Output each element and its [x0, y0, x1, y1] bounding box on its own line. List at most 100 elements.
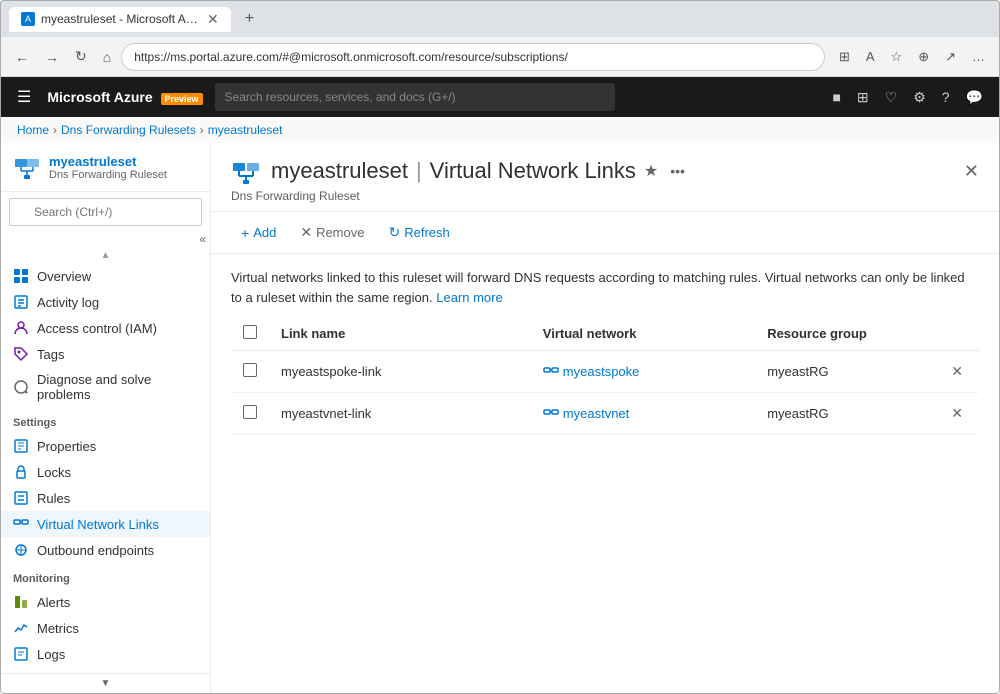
sidebar-search-container [1, 192, 210, 232]
sidebar-item-diagnose[interactable]: Diagnose and solve problems [1, 367, 210, 407]
preview-badge: Preview [161, 93, 203, 105]
rules-icon [13, 490, 29, 506]
breadcrumb: Home › Dns Forwarding Rulesets › myeastr… [1, 117, 999, 143]
iam-icon [13, 320, 29, 336]
metrics-icon [13, 620, 29, 636]
virtual-network-links-icon [13, 516, 29, 532]
cloud-shell-icon[interactable]: ■ [828, 85, 844, 110]
address-bar[interactable] [121, 43, 825, 71]
scroll-down-indicator: ▼ [101, 678, 111, 689]
resource-title: myeastruleset [271, 158, 408, 184]
portal-menu-icon[interactable]: ⊞ [853, 85, 873, 110]
sidebar-search-input[interactable] [9, 198, 202, 226]
sidebar-item-tags[interactable]: Tags [1, 341, 210, 367]
sidebar-item-label: Logs [37, 647, 65, 662]
notifications-icon[interactable]: ♡ [881, 85, 902, 110]
table-row: myeastvnet-link [231, 393, 979, 435]
resource-icon [13, 153, 41, 181]
feedback-icon[interactable]: 💬 [962, 85, 987, 110]
delete-row-button-1[interactable]: ✕ [947, 403, 967, 424]
more-options-button[interactable]: ••• [666, 161, 689, 181]
new-tab-button[interactable]: + [239, 8, 260, 30]
overview-icon [13, 268, 29, 284]
sidebar-item-logs[interactable]: Logs [1, 641, 210, 667]
global-search-input[interactable] [215, 83, 615, 111]
alerts-icon [13, 594, 29, 610]
page-resource-icon [231, 155, 263, 187]
virtual-network-link-1[interactable]: myeastvnet [543, 406, 743, 422]
browser-tab[interactable]: A myeastruleset - Microsoft Azure ✕ [9, 7, 231, 32]
virtual-network-links-table: Link name Virtual network Resource group [231, 317, 979, 435]
sidebar-item-alerts[interactable]: Alerts [1, 589, 210, 615]
tab-favicon: A [21, 12, 35, 26]
tags-icon [13, 346, 29, 362]
virtual-network-link-0[interactable]: myeastspoke [543, 364, 743, 380]
resource-type: Dns Forwarding Ruleset [49, 169, 167, 181]
settings-icon[interactable]: ⚙ [909, 85, 930, 110]
profile-button[interactable]: A [860, 45, 881, 69]
link-name-cell-0: myeastspoke-link [269, 351, 531, 393]
properties-icon [13, 438, 29, 454]
toolbar: + Add ✕ Remove ↻ Refresh [211, 212, 999, 254]
info-text: Virtual networks linked to this ruleset … [211, 254, 999, 317]
remove-button[interactable]: ✕ Remove [290, 220, 374, 245]
col-virtual-network: Virtual network [531, 317, 755, 351]
row-checkbox-1[interactable] [243, 405, 257, 419]
sidebar-item-outbound-endpoints[interactable]: Outbound endpoints [1, 537, 210, 563]
outbound-endpoints-icon [13, 542, 29, 558]
sidebar-collapse-button[interactable]: « [199, 232, 206, 246]
row-checkbox-0[interactable] [243, 363, 257, 377]
resource-header: myeastruleset Dns Forwarding Ruleset [1, 143, 210, 192]
sidebar-item-label: Alerts [37, 595, 70, 610]
favorite-button[interactable]: ★ [644, 161, 658, 181]
sidebar-item-virtual-network-links[interactable]: Virtual Network Links [1, 511, 210, 537]
sidebar-item-label: Properties [37, 439, 96, 454]
close-panel-button[interactable]: ✕ [964, 161, 979, 182]
resource-name: myeastruleset [49, 154, 167, 169]
help-icon[interactable]: ? [938, 85, 954, 110]
remove-icon: ✕ [300, 224, 312, 241]
virtual-network-cell-1: myeastvnet [531, 393, 755, 435]
sidebar-item-rules[interactable]: Rules [1, 485, 210, 511]
activity-log-icon [13, 294, 29, 310]
sidebar-item-label: Outbound endpoints [37, 543, 154, 558]
extensions-button[interactable]: ⊞ [833, 45, 856, 69]
title-separator: | [416, 158, 422, 184]
locks-icon [13, 464, 29, 480]
sidebar-item-locks[interactable]: Locks [1, 459, 210, 485]
hamburger-menu[interactable]: ☰ [13, 83, 35, 111]
breadcrumb-parent[interactable]: Dns Forwarding Rulesets [61, 123, 196, 137]
sidebar-item-label: Overview [37, 269, 91, 284]
more-tools-button[interactable]: … [966, 45, 991, 69]
reload-button[interactable]: ↻ [69, 44, 93, 69]
share-button[interactable]: ↗ [939, 45, 962, 69]
add-button[interactable]: + Add [231, 221, 286, 245]
refresh-button[interactable]: ↻ Refresh [378, 220, 459, 245]
refresh-icon: ↻ [388, 224, 400, 241]
sidebar-item-label: Tags [37, 347, 64, 362]
page-resource-type: Dns Forwarding Ruleset [231, 189, 979, 203]
link-name-cell-1: myeastvnet-link [269, 393, 531, 435]
resource-group-cell-1: myeastRG [755, 393, 935, 435]
scroll-up-indicator: ▲ [101, 250, 111, 261]
select-all-checkbox[interactable] [243, 325, 257, 339]
sidebar-item-access-control[interactable]: Access control (IAM) [1, 315, 210, 341]
sidebar-item-metrics[interactable]: Metrics [1, 615, 210, 641]
logs-icon [13, 646, 29, 662]
favorites-button[interactable]: ☆ [885, 45, 909, 69]
col-resource-group: Resource group [755, 317, 935, 351]
collections-button[interactable]: ⊕ [912, 45, 935, 69]
forward-button[interactable]: → [39, 45, 65, 69]
back-button[interactable]: ← [9, 45, 35, 69]
sidebar-item-properties[interactable]: Properties [1, 433, 210, 459]
azure-logo: Microsoft Azure Preview [47, 89, 202, 105]
sidebar-item-label: Metrics [37, 621, 79, 636]
delete-row-button-0[interactable]: ✕ [947, 361, 967, 382]
resource-group-cell-0: myeastRG [755, 351, 935, 393]
home-button[interactable]: ⌂ [97, 45, 117, 69]
sidebar-item-activity-log[interactable]: Activity log [1, 289, 210, 315]
breadcrumb-home[interactable]: Home [17, 123, 49, 137]
sidebar-item-overview[interactable]: Overview [1, 263, 210, 289]
tab-close-button[interactable]: ✕ [207, 11, 219, 28]
learn-more-link[interactable]: Learn more [436, 290, 502, 305]
